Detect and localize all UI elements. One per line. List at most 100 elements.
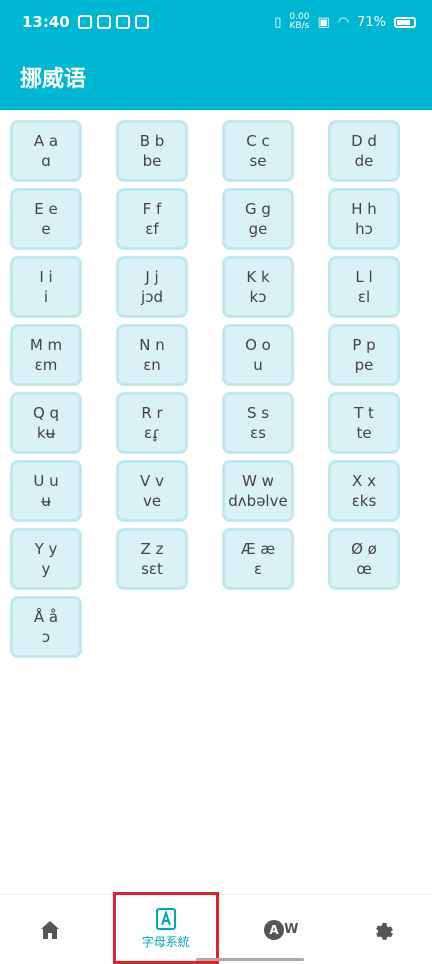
- letter-card[interactable]: K k kɔ: [222, 256, 294, 318]
- letter-pronunciation: dʌbəlve: [228, 492, 288, 510]
- vibrate-icon: ▯: [274, 14, 282, 30]
- letter-label: Q q: [32, 404, 60, 422]
- home-indicator: [196, 958, 304, 961]
- letter-card[interactable]: D d de: [328, 120, 400, 182]
- letter-card[interactable]: A a ɑ: [10, 120, 82, 182]
- letter-pronunciation: e: [41, 220, 51, 238]
- letter-pronunciation: ɑ: [41, 152, 51, 170]
- letter-label: D d: [351, 132, 377, 150]
- letter-pronunciation: ɛ: [253, 560, 263, 578]
- net-speed-unit: KB/s: [289, 21, 310, 31]
- letter-label: J j: [145, 268, 159, 286]
- words-icon: A W: [264, 919, 298, 940]
- status-bar: 13:40 ▯ 0.00 KB/s ▣ ◠ 71%: [0, 0, 432, 44]
- letter-label: U u: [33, 472, 59, 490]
- sim-icon: ▣: [317, 14, 330, 30]
- bottom-nav: 字母系統 A W: [0, 892, 432, 964]
- letter-label: C c: [246, 132, 270, 150]
- letter-card[interactable]: G g ge: [222, 188, 294, 250]
- letter-pronunciation: de: [354, 152, 374, 170]
- status-time: 13:40: [22, 13, 70, 31]
- letter-pronunciation: œ: [356, 560, 372, 578]
- letter-card[interactable]: I i i: [10, 256, 82, 318]
- letter-card[interactable]: F f ɛf: [116, 188, 188, 250]
- letter-label: M m: [29, 336, 63, 354]
- letter-pronunciation: ve: [142, 492, 162, 510]
- letter-pronunciation: u: [253, 356, 263, 374]
- letter-card[interactable]: O o u: [222, 324, 294, 386]
- home-icon: [41, 920, 60, 939]
- letter-card[interactable]: B b be: [116, 120, 188, 182]
- letter-pronunciation: i: [43, 288, 49, 306]
- words-icon-circle: A: [264, 919, 285, 940]
- letter-label: E e: [34, 200, 58, 218]
- letter-label: T t: [354, 404, 374, 422]
- letter-pronunciation: kɔ: [249, 288, 267, 306]
- letter-pronunciation: sɛt: [141, 560, 163, 578]
- letter-card[interactable]: S s ɛs: [222, 392, 294, 454]
- network-speed: 0.00 KB/s: [289, 13, 309, 31]
- letter-card[interactable]: X x ɛks: [328, 460, 400, 522]
- letter-pronunciation: ʉ: [41, 492, 51, 510]
- letter-pronunciation: ɛs: [250, 424, 266, 442]
- letter-card[interactable]: V v ve: [116, 460, 188, 522]
- nav-settings[interactable]: [332, 895, 432, 964]
- letter-label: R r: [141, 404, 163, 422]
- letter-card[interactable]: P p pe: [328, 324, 400, 386]
- settings-icon: [375, 922, 393, 940]
- letter-pronunciation: ɛm: [34, 356, 58, 374]
- letter-card[interactable]: C c se: [222, 120, 294, 182]
- letter-pronunciation: jɔd: [141, 288, 163, 306]
- letter-label: L l: [355, 268, 373, 286]
- letter-pronunciation: ɔ: [41, 628, 51, 646]
- letter-label: I i: [39, 268, 53, 286]
- letter-card[interactable]: T t te: [328, 392, 400, 454]
- alphabet-icon: [155, 907, 176, 930]
- battery-icon: [394, 16, 416, 28]
- letter-label: O o: [245, 336, 271, 354]
- nav-alphabet[interactable]: 字母系統: [112, 892, 219, 964]
- letter-pronunciation: ɛn: [143, 356, 161, 374]
- letter-card[interactable]: Å å ɔ: [10, 596, 82, 658]
- letter-pronunciation: ge: [248, 220, 268, 238]
- letter-label: G g: [245, 200, 271, 218]
- letter-card[interactable]: H h hɔ: [328, 188, 400, 250]
- letter-label: W w: [242, 472, 274, 490]
- letter-label: Ø ø: [351, 540, 377, 558]
- letter-label: P p: [352, 336, 376, 354]
- alphabet-grid: A a ɑ B b be C c se D d de E e e F f ɛf G g ge H h hɔ I …: [10, 120, 422, 658]
- notification-icon: [115, 15, 130, 29]
- letter-card[interactable]: U u ʉ: [10, 460, 82, 522]
- letter-label: Å å: [33, 608, 59, 626]
- letter-card[interactable]: E e e: [10, 188, 82, 250]
- letter-pronunciation: kʉ: [36, 424, 56, 442]
- letter-label: X x: [352, 472, 376, 490]
- letter-pronunciation: y: [41, 560, 51, 578]
- app-bar: 挪威语: [0, 44, 432, 110]
- letter-card[interactable]: Z z sɛt: [116, 528, 188, 590]
- tiktok-icon: [134, 15, 149, 29]
- letter-label: Æ æ: [240, 540, 276, 558]
- letter-card[interactable]: Æ æ ɛ: [222, 528, 294, 590]
- letter-pronunciation: be: [142, 152, 162, 170]
- battery-percent: 71%: [357, 14, 386, 30]
- letter-pronunciation: pe: [354, 356, 374, 374]
- letter-pronunciation: se: [249, 152, 267, 170]
- letter-label: S s: [246, 404, 270, 422]
- nav-home[interactable]: [0, 895, 101, 964]
- nav-words[interactable]: A W: [231, 895, 332, 964]
- letter-card[interactable]: W w dʌbəlve: [222, 460, 294, 522]
- letter-pronunciation: hɔ: [355, 220, 373, 238]
- letter-label: H h: [351, 200, 377, 218]
- letter-card[interactable]: M m ɛm: [10, 324, 82, 386]
- letter-card[interactable]: Y y y: [10, 528, 82, 590]
- letter-card[interactable]: J j jɔd: [116, 256, 188, 318]
- letter-card[interactable]: Ø ø œ: [328, 528, 400, 590]
- letter-label: F f: [142, 200, 162, 218]
- wifi-icon: ◠: [337, 14, 350, 30]
- letter-card[interactable]: R r ɛɾ̥: [116, 392, 188, 454]
- page-title: 挪威语: [20, 67, 87, 92]
- letter-card[interactable]: Q q kʉ: [10, 392, 82, 454]
- letter-card[interactable]: L l ɛl: [328, 256, 400, 318]
- letter-card[interactable]: N n ɛn: [116, 324, 188, 386]
